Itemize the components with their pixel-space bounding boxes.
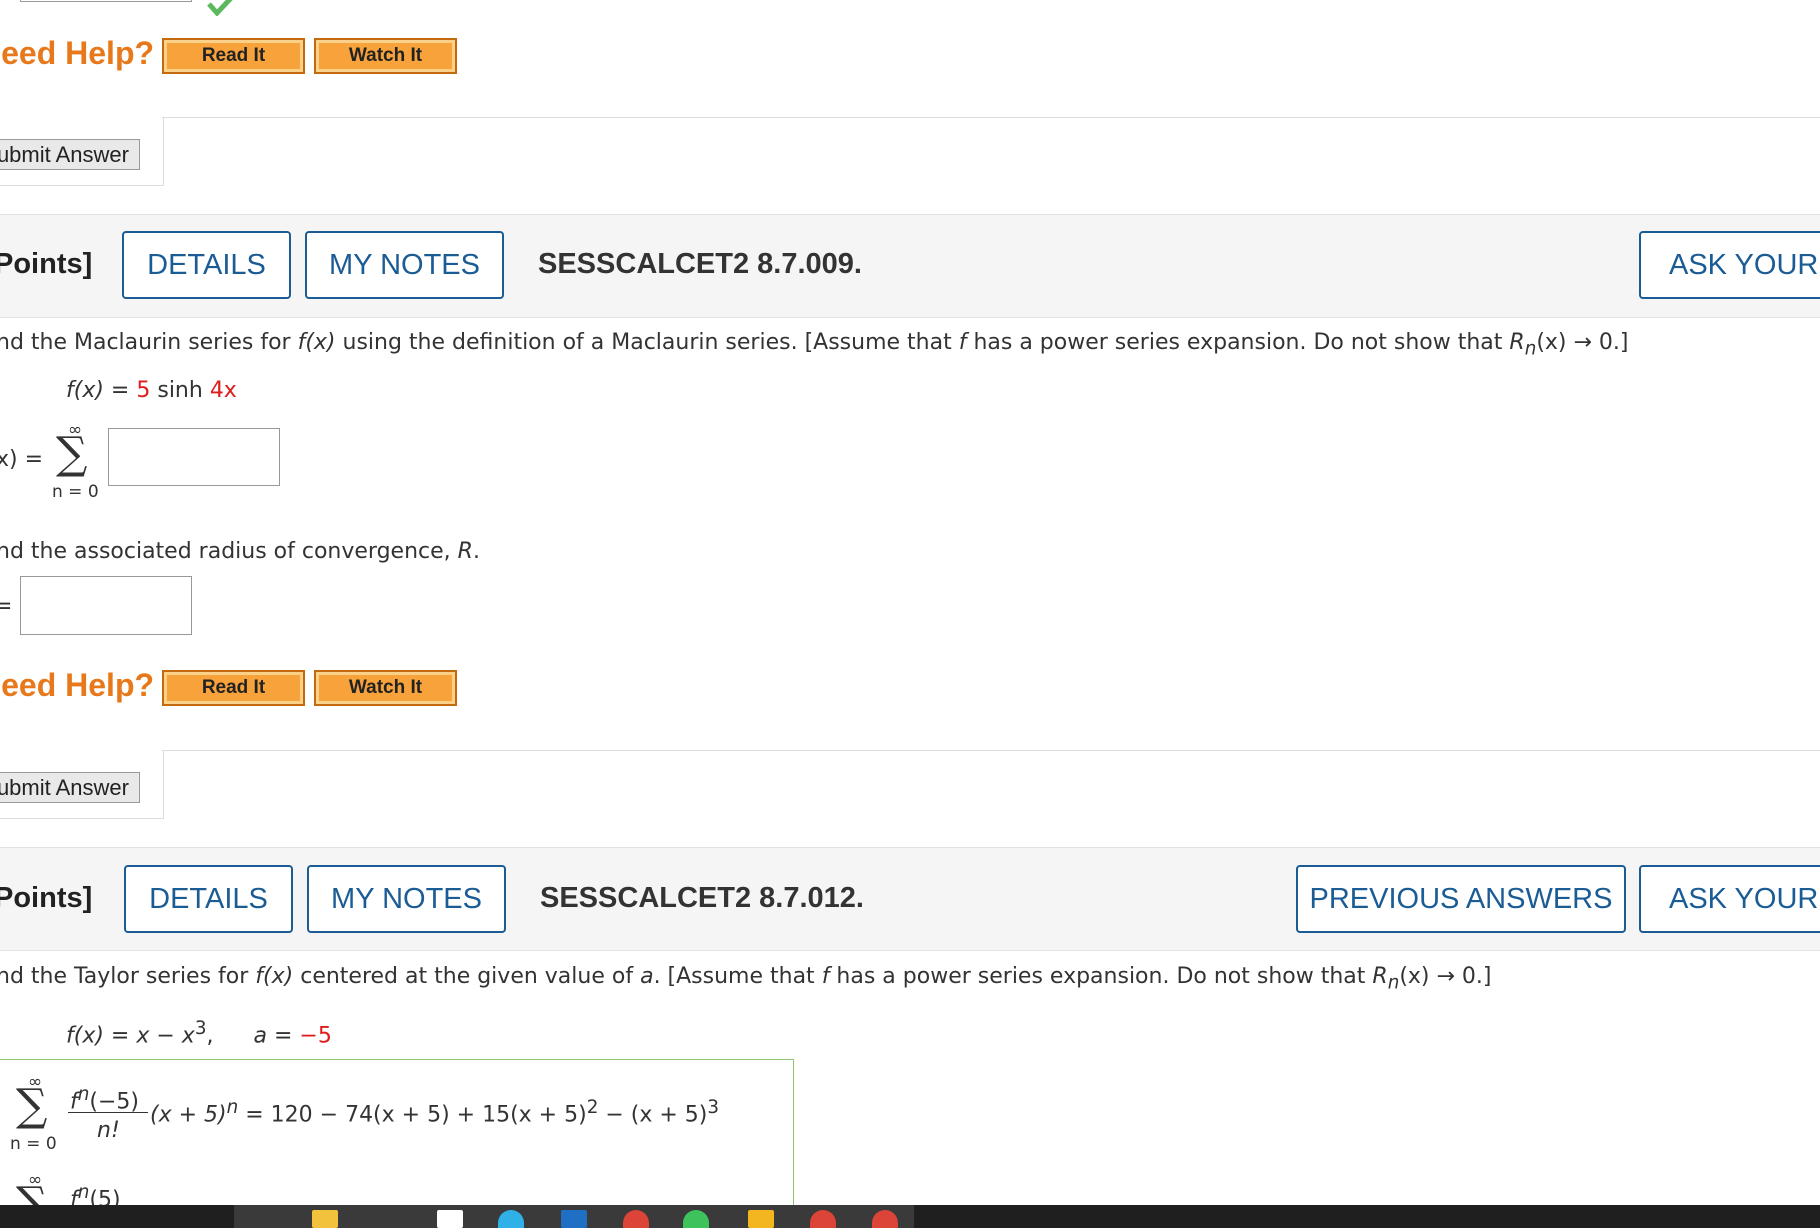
question-prompt: nd the Taylor series for f(x) centered a…: [0, 964, 1492, 994]
question-prompt: nd the Maclaurin series for f(x) using t…: [0, 330, 1629, 360]
question-id: SESSCALCET2 8.7.012.: [540, 882, 864, 914]
points-label: Points]: [0, 248, 93, 280]
fraction-numerator: fn(−5): [70, 1084, 139, 1115]
function-definition: f(x) = 5 sinh 4x: [66, 378, 237, 403]
points-label: Points]: [0, 882, 93, 914]
correct-check-icon: [207, 0, 233, 16]
series-answer-input[interactable]: [108, 428, 280, 486]
need-help-label: Need Help?: [0, 667, 155, 703]
read-it-button[interactable]: Read It: [162, 38, 305, 74]
details-button[interactable]: DETAILS: [122, 231, 291, 299]
radius-equals: =: [0, 594, 13, 619]
sigma-lower-limit: n = 0: [52, 482, 99, 502]
submit-answer-button[interactable]: Submit Answer: [0, 139, 140, 170]
series-lhs: x) =: [0, 447, 44, 472]
sigma-symbol: ∑: [16, 1080, 48, 1131]
ask-teacher-label: ASK YOUR TEACHER: [1669, 882, 1820, 915]
fraction-denominator: n!: [97, 1118, 120, 1143]
series-answer: (x + 5)n = 120 − 74(x + 5) + 15(x + 5)2 …: [150, 1097, 720, 1128]
watch-it-button[interactable]: Watch It: [314, 38, 457, 74]
question-id: SESSCALCET2 8.7.009.: [538, 248, 862, 280]
ask-teacher-button[interactable]: ASK YOUR TEACHER: [1639, 231, 1820, 299]
mail-icon[interactable]: [561, 1210, 587, 1228]
read-it-button[interactable]: Read It: [162, 670, 305, 706]
watch-it-button[interactable]: Watch It: [314, 670, 457, 706]
sigma-symbol: ∑: [56, 428, 88, 479]
fraction-bar: [68, 1112, 148, 1113]
ask-teacher-label: ASK YOUR TEACHER: [1669, 248, 1820, 281]
radius-prompt: nd the associated radius of convergence,…: [0, 539, 480, 564]
need-help-label: Need Help?: [0, 35, 155, 71]
details-button[interactable]: DETAILS: [124, 865, 293, 933]
answer-input-previous[interactable]: [20, 0, 192, 2]
folder-icon[interactable]: [312, 1210, 338, 1228]
my-notes-button[interactable]: MY NOTES: [307, 865, 506, 933]
ask-teacher-button[interactable]: ASK YOUR TEACHER: [1639, 865, 1820, 933]
my-notes-button[interactable]: MY NOTES: [305, 231, 504, 299]
function-definition: f(x) = x − x3, a = −5: [66, 1018, 332, 1049]
radius-answer-input[interactable]: [20, 576, 192, 635]
submit-answer-button[interactable]: Submit Answer: [0, 772, 140, 803]
security-icon[interactable]: [748, 1210, 774, 1228]
sigma-symbol: ∑: [16, 1182, 47, 1205]
store-icon[interactable]: [437, 1210, 463, 1228]
previous-answers-button[interactable]: PREVIOUS ANSWERS: [1296, 865, 1626, 933]
sigma-lower-limit: n = 0: [10, 1134, 57, 1154]
